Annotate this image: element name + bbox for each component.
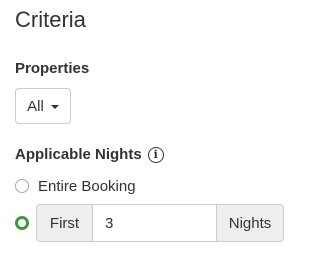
info-icon[interactable]: i	[147, 146, 164, 163]
entire-booking-option[interactable]: Entire Booking	[15, 176, 136, 196]
first-nights-input-group: First Nights	[36, 204, 284, 242]
nights-count-input[interactable]	[93, 205, 216, 241]
properties-label: Properties	[15, 60, 90, 77]
properties-dropdown[interactable]: All	[15, 88, 71, 124]
first-nights-radio[interactable]	[15, 216, 29, 230]
nights-addon: Nights	[216, 205, 283, 241]
properties-selected-value: All	[27, 97, 44, 115]
first-addon: First	[37, 205, 93, 241]
applicable-nights-heading: Applicable Nights i	[15, 146, 164, 163]
entire-booking-label[interactable]: Entire Booking	[38, 178, 136, 195]
caret-down-icon	[50, 105, 59, 109]
page-title: Criteria	[15, 7, 86, 32]
entire-booking-radio[interactable]	[15, 179, 29, 193]
first-nights-option[interactable]: First Nights	[15, 204, 284, 242]
applicable-nights-label: Applicable Nights	[15, 146, 142, 163]
